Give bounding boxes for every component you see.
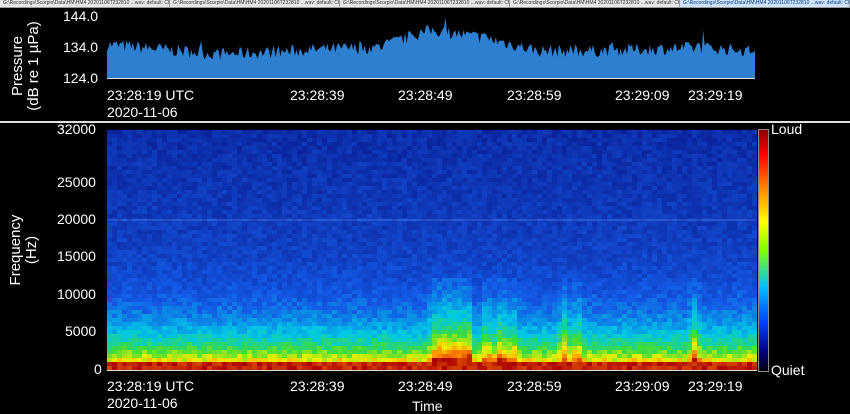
- waveform-xaxis-line: [107, 78, 755, 79]
- waveform-date: 2020-11-06: [107, 104, 178, 120]
- waveform-ylabel: Pressure (dB re 1 µPa): [10, 16, 46, 116]
- waveform-xtick-3: 23:28:59: [507, 87, 562, 103]
- waveform-ytick-mid: 134.0: [63, 39, 98, 55]
- spec-ytick-25000: 25000: [57, 174, 96, 190]
- colorbar: [758, 129, 769, 372]
- colorbar-quiet-label: Quiet: [771, 362, 804, 378]
- waveform-ytick-bottom: 124.0: [63, 70, 98, 86]
- spectrogram-ylabel: Frequency (Hz): [8, 210, 44, 290]
- spec-xlabel: Time: [412, 398, 443, 414]
- spec-ytick-10000: 10000: [57, 286, 96, 302]
- spectrogram-cells: [107, 130, 757, 370]
- spec-xtick-5: 23:29:19: [688, 378, 743, 394]
- window-tab-1[interactable]: G:\Recordings\Scorpio\Data\HM\HM4 202011…: [170, 0, 340, 7]
- window-tab-strip: G:\Recordings\Scorpio\Data\HM\HM4 202011…: [0, 0, 850, 8]
- waveform-area: [107, 18, 755, 78]
- spec-ytick-20000: 20000: [57, 211, 96, 227]
- spec-ytick-5000: 5000: [65, 323, 96, 339]
- waveform-xtick-5: 23:29:19: [688, 87, 743, 103]
- waveform-xtick-4: 23:29:09: [615, 87, 670, 103]
- waveform-plot[interactable]: [107, 14, 755, 78]
- waveform-ytick-top: 144.0: [63, 8, 98, 24]
- spec-xtick-1: 23:28:39: [290, 378, 345, 394]
- spec-xtick-4: 23:29:09: [615, 378, 670, 394]
- spec-ytick-32000: 32000: [57, 121, 96, 137]
- spec-date: 2020-11-06: [107, 395, 178, 411]
- spec-xtick-0: 23:28:19 UTC: [107, 378, 194, 394]
- spec-ytick-0: 0: [94, 361, 102, 377]
- panel-divider[interactable]: [0, 121, 850, 123]
- spec-ytick-15000: 15000: [57, 248, 96, 264]
- spec-xtick-2: 23:28:49: [398, 378, 453, 394]
- waveform-xtick-1: 23:28:39: [290, 87, 345, 103]
- spectrogram-xaxis-line: [107, 370, 757, 371]
- window-tab-0[interactable]: G:\Recordings\Scorpio\Data\HM\HM4 202011…: [0, 0, 170, 7]
- waveform-xtick-0: 23:28:19 UTC: [107, 87, 194, 103]
- colorbar-loud-label: Loud: [771, 121, 802, 137]
- window-tab-3[interactable]: G:\Recordings\Scorpio\Data\HM\HM4 202011…: [510, 0, 680, 7]
- window-tab-4[interactable]: G:\Recordings\Scorpio\Data\HM\HM4 202011…: [680, 0, 850, 7]
- spec-xtick-3: 23:28:59: [507, 378, 562, 394]
- spectrogram-plot[interactable]: [107, 130, 757, 370]
- window-tab-2[interactable]: G:\Recordings\Scorpio\Data\HM\HM4 202011…: [340, 0, 510, 7]
- waveform-xtick-2: 23:28:49: [398, 87, 453, 103]
